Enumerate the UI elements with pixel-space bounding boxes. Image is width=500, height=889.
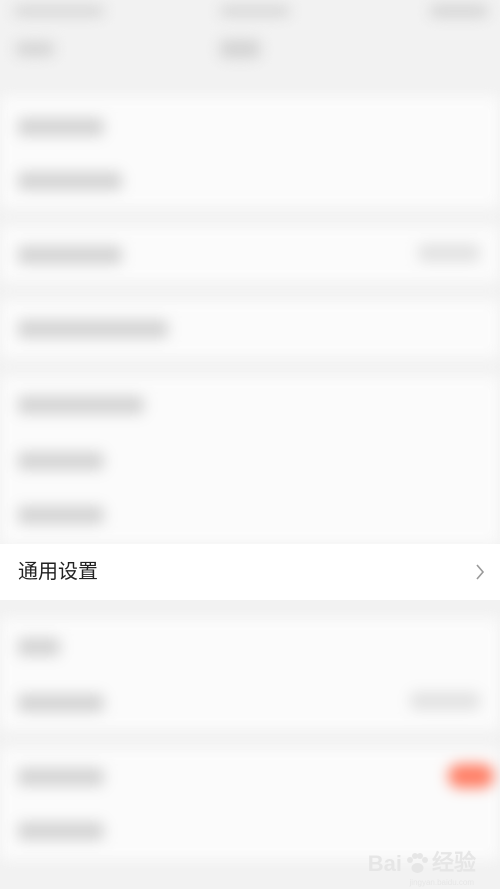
nav-back — [16, 42, 54, 56]
status-time — [220, 6, 290, 16]
watermark-suffix: 经验 — [431, 850, 476, 875]
blurred-background — [0, 0, 500, 889]
status-battery — [430, 5, 488, 17]
toggle-switch — [448, 764, 494, 788]
group-4 — [0, 376, 500, 544]
baidu-watermark: Bai 经验 jingyan.baidu.com — [367, 845, 476, 887]
group-5 — [0, 618, 500, 730]
status-carrier — [14, 6, 104, 16]
general-settings-label: 通用设置 — [18, 561, 98, 583]
group-6 — [0, 748, 500, 860]
chevron-right-icon — [476, 564, 485, 580]
nav-title — [220, 40, 260, 58]
group-3 — [0, 300, 500, 358]
group-2 — [0, 226, 500, 282]
general-settings-row[interactable]: 通用设置 — [0, 544, 500, 600]
watermark-url: jingyan.baidu.com — [409, 878, 474, 887]
group-1 — [0, 96, 500, 208]
paw-icon — [406, 853, 428, 873]
watermark-brand: Bai — [367, 851, 402, 876]
